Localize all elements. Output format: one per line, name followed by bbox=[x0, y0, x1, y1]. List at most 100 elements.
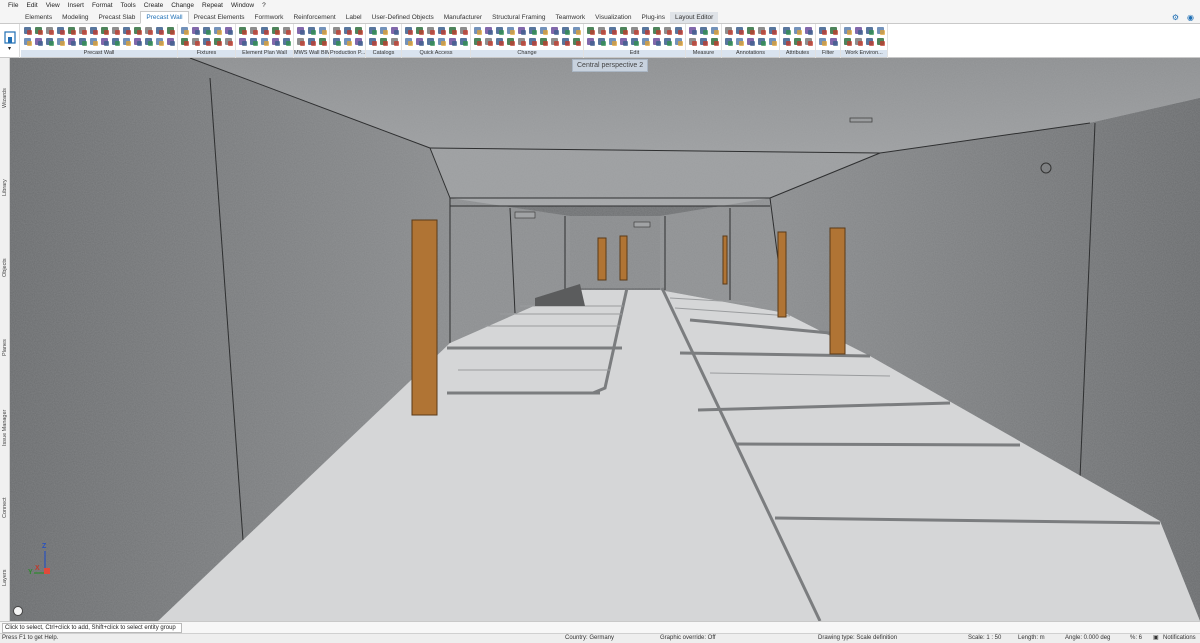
tool-icon[interactable] bbox=[78, 37, 87, 46]
tool-icon[interactable] bbox=[746, 37, 755, 46]
tool-icon[interactable] bbox=[45, 26, 54, 35]
tool-icon[interactable] bbox=[572, 26, 581, 35]
status-angle[interactable]: Angle: 0.000 deg bbox=[1065, 634, 1110, 643]
tab-reinforcement[interactable]: Reinforcement bbox=[288, 12, 340, 23]
tool-icon[interactable] bbox=[271, 37, 280, 46]
tool-icon[interactable] bbox=[757, 26, 766, 35]
tool-icon[interactable] bbox=[699, 37, 708, 46]
status-notifications[interactable]: Notifications bbox=[1163, 634, 1196, 643]
tool-icon[interactable] bbox=[818, 37, 827, 46]
tool-icon[interactable] bbox=[619, 26, 628, 35]
menu-item[interactable]: View bbox=[42, 0, 64, 12]
tool-icon[interactable] bbox=[67, 26, 76, 35]
status-length[interactable]: Length: m bbox=[1018, 634, 1045, 643]
tab-manufacturer[interactable]: Manufacturer bbox=[439, 12, 487, 23]
tool-icon[interactable] bbox=[213, 37, 222, 46]
tool-icon[interactable] bbox=[854, 26, 863, 35]
tool-icon[interactable] bbox=[122, 37, 131, 46]
tool-icon[interactable] bbox=[561, 26, 570, 35]
tool-icon[interactable] bbox=[793, 37, 802, 46]
tool-icon[interactable] bbox=[506, 37, 515, 46]
tool-icon[interactable] bbox=[379, 26, 388, 35]
tool-icon[interactable] bbox=[561, 37, 570, 46]
tool-icon[interactable] bbox=[34, 26, 43, 35]
tool-icon[interactable] bbox=[865, 26, 874, 35]
tool-icon[interactable] bbox=[426, 26, 435, 35]
tool-icon[interactable] bbox=[652, 37, 661, 46]
tool-icon[interactable] bbox=[710, 26, 719, 35]
tool-icon[interactable] bbox=[155, 26, 164, 35]
tool-icon[interactable] bbox=[191, 26, 200, 35]
tool-icon[interactable] bbox=[597, 37, 606, 46]
tool-icon[interactable] bbox=[368, 26, 377, 35]
tool-icon[interactable] bbox=[710, 37, 719, 46]
tool-icon[interactable] bbox=[307, 26, 316, 35]
tool-icon[interactable] bbox=[793, 26, 802, 35]
tool-icon[interactable] bbox=[630, 26, 639, 35]
tool-icon[interactable] bbox=[249, 26, 258, 35]
tab-precast-elements[interactable]: Precast Elements bbox=[189, 12, 250, 23]
settings-icon[interactable]: ⚙ bbox=[1172, 13, 1179, 22]
tool-icon[interactable] bbox=[180, 26, 189, 35]
tool-icon[interactable] bbox=[550, 26, 559, 35]
tool-icon[interactable] bbox=[166, 26, 175, 35]
tool-icon[interactable] bbox=[282, 37, 291, 46]
tool-icon[interactable] bbox=[133, 37, 142, 46]
tool-icon[interactable] bbox=[23, 37, 32, 46]
tool-icon[interactable] bbox=[379, 37, 388, 46]
tool-icon[interactable] bbox=[23, 26, 32, 35]
tool-icon[interactable] bbox=[144, 26, 153, 35]
tool-icon[interactable] bbox=[586, 26, 595, 35]
tool-icon[interactable] bbox=[191, 37, 200, 46]
tool-icon[interactable] bbox=[804, 26, 813, 35]
tool-icon[interactable] bbox=[641, 37, 650, 46]
tool-icon[interactable] bbox=[56, 37, 65, 46]
tool-icon[interactable] bbox=[318, 26, 327, 35]
tool-icon[interactable] bbox=[202, 37, 211, 46]
tool-icon[interactable] bbox=[260, 26, 269, 35]
tool-icon[interactable] bbox=[586, 37, 595, 46]
tool-icon[interactable] bbox=[89, 37, 98, 46]
tool-icon[interactable] bbox=[100, 26, 109, 35]
menu-item[interactable]: Format bbox=[88, 0, 117, 12]
tool-icon[interactable] bbox=[426, 37, 435, 46]
tool-icon[interactable] bbox=[608, 37, 617, 46]
tool-icon[interactable] bbox=[674, 26, 683, 35]
tool-icon[interactable] bbox=[390, 37, 399, 46]
tool-icon[interactable] bbox=[332, 37, 341, 46]
tool-icon[interactable] bbox=[528, 37, 537, 46]
navigation-icon[interactable] bbox=[13, 606, 23, 616]
tool-icon[interactable] bbox=[495, 26, 504, 35]
tool-icon[interactable] bbox=[238, 26, 247, 35]
tool-icon[interactable] bbox=[528, 26, 537, 35]
tool-icon[interactable] bbox=[224, 37, 233, 46]
tool-icon[interactable] bbox=[155, 37, 164, 46]
tool-icon[interactable] bbox=[224, 26, 233, 35]
tab-structural-framing[interactable]: Structural Framing bbox=[487, 12, 550, 23]
tool-icon[interactable] bbox=[354, 37, 363, 46]
tool-icon[interactable] bbox=[854, 37, 863, 46]
tool-icon[interactable] bbox=[202, 26, 211, 35]
tab-teamwork[interactable]: Teamwork bbox=[551, 12, 591, 23]
tool-icon[interactable] bbox=[539, 37, 548, 46]
tool-icon[interactable] bbox=[517, 37, 526, 46]
tool-icon[interactable] bbox=[282, 26, 291, 35]
tab-precast-slab[interactable]: Precast Slab bbox=[94, 12, 141, 23]
tool-icon[interactable] bbox=[213, 26, 222, 35]
tool-icon[interactable] bbox=[495, 37, 504, 46]
menu-item[interactable]: Repeat bbox=[198, 0, 227, 12]
tool-icon[interactable] bbox=[782, 26, 791, 35]
tool-icon[interactable] bbox=[768, 26, 777, 35]
status-percent[interactable]: %: 6 bbox=[1130, 634, 1142, 643]
tool-icon[interactable] bbox=[133, 26, 142, 35]
tool-icon[interactable] bbox=[111, 26, 120, 35]
tab-modeling[interactable]: Modeling bbox=[57, 12, 93, 23]
tool-icon[interactable] bbox=[804, 37, 813, 46]
tab-layout-editor[interactable]: Layout Editor bbox=[670, 12, 719, 23]
tool-icon[interactable] bbox=[296, 37, 305, 46]
viewport-title[interactable]: Central perspective 2 bbox=[572, 59, 649, 72]
notifications-icon[interactable]: ▣ bbox=[1153, 634, 1159, 643]
tool-icon[interactable] bbox=[354, 26, 363, 35]
dock-tab-wizards[interactable]: Wizards bbox=[0, 68, 10, 128]
status-scale[interactable]: Scale: 1 : 50 bbox=[968, 634, 1001, 643]
